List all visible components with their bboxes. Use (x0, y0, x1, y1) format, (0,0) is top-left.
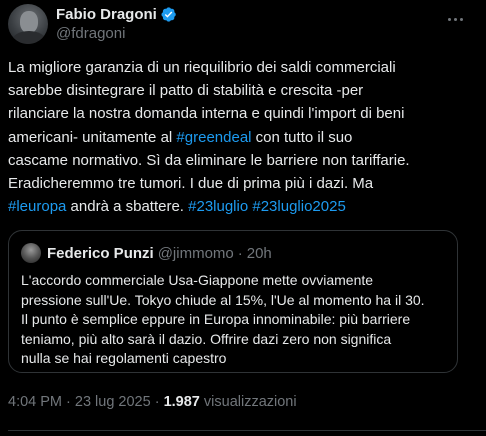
author-name-row: Fabio Dragoni (56, 6, 177, 23)
tweet-text-line: americani- unitamente al #greendeal con … (8, 126, 478, 149)
quoted-text-line: nulla se hai regolamenti capestro (21, 350, 227, 366)
tweet-text: La migliore garanzia di un riequilibrio … (8, 56, 478, 218)
tweet-text-line: cascame normativo. Sì da eliminare le ba… (8, 149, 478, 172)
tweet-date[interactable]: 23 lug 2025 (75, 394, 151, 410)
quoted-text-line: L'accordo commerciale Usa-Giappone mette… (21, 272, 374, 288)
quoted-author-avatar[interactable] (21, 243, 41, 263)
tweet-text-segment: cascame normativo. Sì da eliminare le ba… (8, 151, 410, 169)
hashtag-link[interactable]: #greendeal (176, 129, 251, 146)
quoted-text-line: teniamo, più alto sarà il dazio. Offrire… (21, 330, 392, 347)
tweet: Fabio Dragoni @fdragoni La migliore gara… (0, 0, 486, 436)
meta-separator: · (150, 394, 164, 410)
more-horizontal-icon-dot (459, 17, 463, 21)
avatar-shoulders (12, 31, 46, 44)
quoted-tweet-header: Federico Punzi @jimmomo · 20h (21, 243, 445, 263)
quoted-author-handle[interactable]: @jimmomo (158, 245, 234, 262)
divider (8, 430, 486, 431)
tweet-text-segment: sarebbe disintegrare il patto di stabili… (8, 82, 364, 100)
hashtag-link[interactable]: #23luglio2025 (252, 198, 345, 215)
more-options-button[interactable] (444, 10, 466, 28)
author-display-name[interactable]: Fabio Dragoni (56, 6, 157, 23)
more-horizontal-icon-dot (453, 17, 457, 21)
quoted-timestamp[interactable]: 20h (247, 245, 272, 262)
tweet-text-segment: La migliore garanzia di un riequilibrio … (8, 59, 396, 76)
tweet-meta: 4:04 PM · 23 lug 2025 · 1.987 visualizza… (8, 394, 297, 410)
tweet-text-segment: con tutto il suo (251, 128, 353, 146)
tweet-text-segment: americani- unitamente al (8, 128, 177, 146)
views-label: visualizzazioni (199, 394, 297, 410)
verified-badge-icon (161, 7, 176, 22)
tweet-time[interactable]: 4:04 PM (8, 394, 62, 410)
tweet-text-line: rilanciare la nostra domanda interna e q… (8, 102, 478, 125)
hashtag-link[interactable]: #23luglio (188, 198, 248, 215)
tweet-text-segment: rilanciare la nostra domanda interna e q… (8, 105, 405, 123)
tweet-header: Fabio Dragoni @fdragoni (8, 4, 470, 44)
quoted-tweet-text: L'accordo commerciale Usa-Giappone mette… (21, 271, 445, 369)
quoted-separator: · (237, 244, 243, 262)
views-count: 1.987 (163, 394, 200, 410)
tweet-text-line: sarebbe disintegrare il patto di stabili… (8, 79, 478, 102)
quoted-tweet[interactable]: Federico Punzi @jimmomo · 20h L'accordo … (8, 230, 458, 373)
quoted-author-display-name[interactable]: Federico Punzi (47, 245, 154, 262)
tweet-text-segment: Eradicheremmo tre tumori. I due di prima… (8, 175, 374, 193)
quoted-text-line: Il punto è semplice eppure in Europa inn… (21, 311, 411, 327)
hashtag-link[interactable]: #leuropa (8, 198, 66, 215)
tweet-text-line: La migliore garanzia di un riequilibrio … (8, 56, 478, 79)
author-handle[interactable]: @fdragoni (56, 25, 177, 42)
author-names: Fabio Dragoni @fdragoni (56, 4, 177, 44)
avatar-face (20, 11, 38, 33)
quoted-text-line: pressione sull'Ue. Tokyo chiude al 15%, … (21, 291, 425, 308)
author-avatar[interactable] (8, 4, 48, 44)
tweet-text-segment: andrà a sbattere. (66, 198, 189, 216)
tweet-text-line: Eradicheremmo tre tumori. I due di prima… (8, 172, 478, 195)
meta-separator: · (62, 394, 75, 410)
more-horizontal-icon (447, 17, 451, 21)
tweet-text-line: #leuropa andrà a sbattere. #23luglio #23… (8, 195, 478, 218)
